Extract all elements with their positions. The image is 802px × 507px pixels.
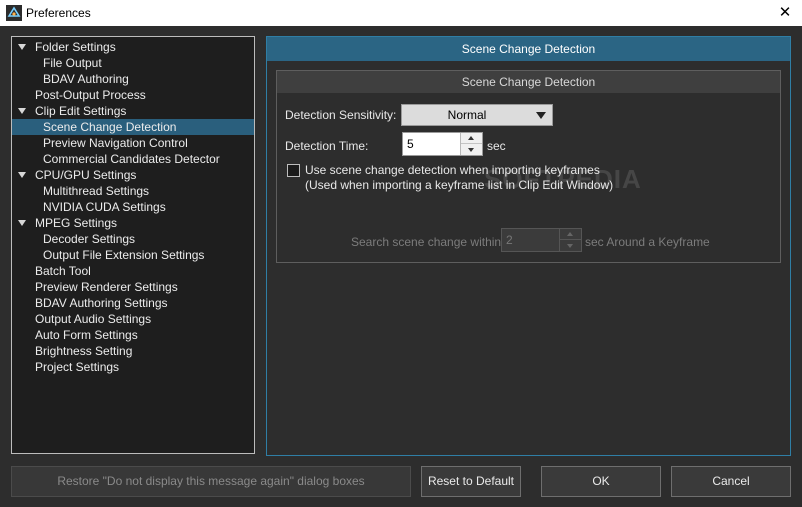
spin-down-button[interactable]: [461, 144, 482, 155]
tree-item-label: Clip Edit Settings: [35, 104, 127, 118]
tree-item-label: Project Settings: [35, 360, 120, 374]
detection-time-label: Detection Time:: [285, 139, 369, 153]
tree-item-label: Commercial Candidates Detector: [43, 152, 220, 166]
arrow-up-icon: [468, 136, 474, 140]
tree-item-label: Batch Tool: [35, 264, 91, 278]
detection-time-unit: sec: [487, 139, 506, 153]
tree-item[interactable]: Post-Output Process: [12, 87, 254, 103]
app-logo-icon: [6, 5, 22, 21]
settings-panel: Scene Change Detection Scene Change Dete…: [266, 36, 791, 456]
tree-item[interactable]: Batch Tool: [12, 263, 254, 279]
ok-button[interactable]: OK: [541, 466, 661, 497]
tree-item-label: NVIDIA CUDA Settings: [43, 200, 166, 214]
tree-item[interactable]: BDAV Authoring Settings: [12, 295, 254, 311]
spin-up-button[interactable]: [461, 133, 482, 144]
tree-item[interactable]: CPU/GPU Settings: [12, 167, 254, 183]
arrow-up-icon: [567, 232, 573, 236]
tree-item-label: Output Audio Settings: [35, 312, 152, 326]
tree-item[interactable]: Project Settings: [12, 359, 254, 375]
expand-arrow-icon[interactable]: [18, 108, 26, 114]
expand-arrow-icon[interactable]: [18, 220, 26, 226]
tree-item[interactable]: Preview Renderer Settings: [12, 279, 254, 295]
tree-item-label: BDAV Authoring Settings: [35, 296, 168, 310]
tree-item[interactable]: MPEG Settings: [12, 215, 254, 231]
tree-item-label: Preview Renderer Settings: [35, 280, 178, 294]
spin-buttons: [460, 133, 482, 155]
panel-header: Scene Change Detection: [267, 37, 790, 61]
tree-item-label: Multithread Settings: [43, 184, 150, 198]
tree-item[interactable]: Folder Settings: [12, 39, 254, 55]
tree-item-label: Folder Settings: [35, 40, 116, 54]
arrow-down-icon: [567, 244, 573, 248]
group-title: Scene Change Detection: [277, 71, 780, 93]
expand-arrow-icon[interactable]: [18, 44, 26, 50]
tree-item[interactable]: Output Audio Settings: [12, 311, 254, 327]
tree-item[interactable]: Brightness Setting: [12, 343, 254, 359]
restore-dialogs-button[interactable]: Restore "Do not display this message aga…: [11, 466, 411, 497]
tree-item-label: BDAV Authoring: [43, 72, 129, 86]
tree-item[interactable]: File Output: [12, 55, 254, 71]
tree-item-label: Auto Form Settings: [35, 328, 138, 342]
spin-up-button[interactable]: [560, 229, 581, 240]
tree-item-label: Output File Extension Settings: [43, 248, 205, 262]
sensitivity-dropdown[interactable]: Normal: [401, 104, 553, 126]
tree-item[interactable]: BDAV Authoring: [12, 71, 254, 87]
spin-buttons: [559, 229, 581, 251]
tree-item[interactable]: Decoder Settings: [12, 231, 254, 247]
reset-to-default-button[interactable]: Reset to Default: [421, 466, 521, 497]
tree-item[interactable]: Clip Edit Settings: [12, 103, 254, 119]
tree-item-label: Brightness Setting: [35, 344, 133, 358]
search-window-value: 2: [506, 233, 513, 247]
close-icon[interactable]: ✕: [768, 0, 802, 26]
tree-item[interactable]: Preview Navigation Control: [12, 135, 254, 151]
tree-item-label: MPEG Settings: [35, 216, 118, 230]
search-prefix-label: Search scene change within: [351, 235, 502, 249]
tree-item-label: Scene Change Detection: [43, 120, 177, 134]
detection-time-value: 5: [407, 137, 414, 151]
tree-item[interactable]: Output File Extension Settings: [12, 247, 254, 263]
search-suffix-label: sec Around a Keyframe: [585, 235, 710, 249]
keyframe-checkbox[interactable]: [287, 164, 300, 177]
detection-time-spinbox[interactable]: 5: [402, 132, 483, 156]
tree-item-label: Preview Navigation Control: [43, 136, 188, 150]
spin-down-button[interactable]: [560, 240, 581, 251]
settings-tree[interactable]: Folder Settings File Output BDAV Authoring…: [11, 36, 255, 454]
tree-item[interactable]: NVIDIA CUDA Settings: [12, 199, 254, 215]
arrow-down-icon: [468, 148, 474, 152]
expand-arrow-icon[interactable]: [18, 172, 26, 178]
sensitivity-label: Detection Sensitivity:: [285, 108, 397, 122]
title-bar: Preferences ✕: [0, 0, 802, 26]
tree-item[interactable]: Scene Change Detection: [12, 119, 254, 135]
window-title: Preferences: [26, 6, 91, 20]
search-window-spinbox[interactable]: 2: [501, 228, 582, 252]
tree-item-label: Decoder Settings: [43, 232, 136, 246]
tree-item[interactable]: Multithread Settings: [12, 183, 254, 199]
sensitivity-value: Normal: [447, 108, 487, 122]
watermark-logo: SOFTPEDIA: [484, 164, 642, 194]
tree-item[interactable]: Auto Form Settings: [12, 327, 254, 343]
tree-item-label: File Output: [43, 56, 102, 70]
tree-item[interactable]: Commercial Candidates Detector: [12, 151, 254, 167]
tree-item-label: Post-Output Process: [35, 88, 146, 102]
chevron-down-icon: [536, 112, 546, 119]
cancel-button[interactable]: Cancel: [671, 466, 791, 497]
tree-item-label: CPU/GPU Settings: [35, 168, 137, 182]
